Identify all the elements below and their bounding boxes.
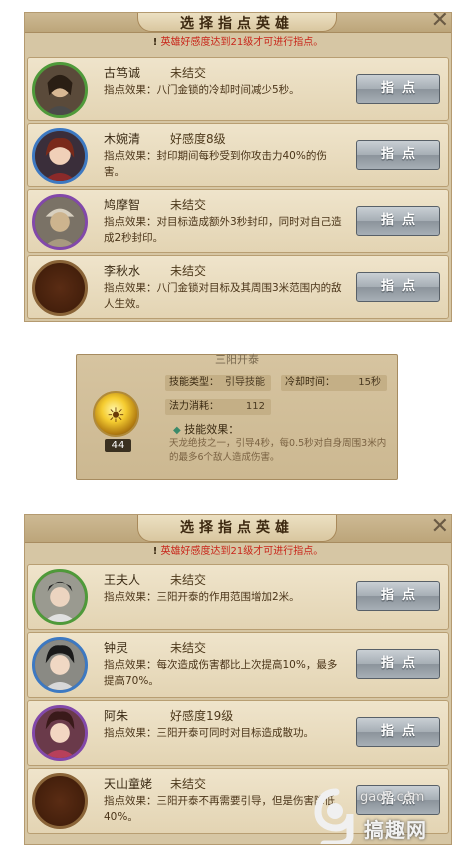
hero-name: 阿朱 <box>104 709 129 723</box>
skill-effect-text: 天龙绝技之一，引导4秒，每0.5秒对自身周围3米内的最多6个敌人造成伤害。 <box>169 438 387 463</box>
effect-label: 指点效果： <box>104 795 157 807</box>
notice-message: 英雄好感度达到21级才可进行指点。 <box>160 546 324 557</box>
sun-glyph-icon: ☀ <box>107 403 125 427</box>
hero-row: 木婉清 好感度8级 指点效果：封印期间每秒受到你攻击力40%的伤害。 指点 <box>27 123 449 187</box>
hero-status: 好感度19级 <box>170 709 234 723</box>
sun-skill-icon: ☀ <box>93 391 139 437</box>
hero-name: 钟灵 <box>104 641 129 655</box>
guide-button[interactable]: 指点 <box>356 649 440 679</box>
hero-name: 木婉清 <box>104 132 141 146</box>
cooldown-value: 15秒 <box>358 377 381 388</box>
hero-portrait-wang-furen <box>32 569 88 625</box>
hero-portrait-empty <box>32 260 88 316</box>
hero-name: 鸠摩智 <box>104 198 141 212</box>
effect-label: 指点效果： <box>104 150 157 162</box>
skill-type-value: 引导技能 <box>225 377 265 388</box>
panel-title: 选择指点英雄 <box>180 520 294 536</box>
guide-button[interactable]: 指点 <box>356 140 440 170</box>
guide-button[interactable]: 指点 <box>356 272 440 302</box>
watermark-logo-icon <box>314 788 354 844</box>
hero-effect: 指点效果：封印期间每秒受到你攻击力40%的伤害。 <box>104 148 342 180</box>
hero-row: 鸠摩智 未结交 指点效果：对目标造成额外3秒封印，同时对自己造成2秒封印。 指点 <box>27 189 449 253</box>
hero-name: 王夫人 <box>104 573 141 587</box>
effect-text: 三阳开泰可同时对目标造成散功。 <box>156 727 315 739</box>
hero-portrait-mu-wanqing <box>32 128 88 184</box>
effect-label: 指点效果： <box>104 84 157 96</box>
notice-text: ! 英雄好感度达到21级才可进行指点。 <box>25 35 451 51</box>
hero-portrait-a-zhu <box>32 705 88 761</box>
skill-level-badge: 44 <box>105 439 131 452</box>
effect-text: 三阳开泰的作用范围增加2米。 <box>156 591 300 603</box>
hero-status: 未结交 <box>170 777 207 791</box>
hero-effect: 指点效果：每次造成伤害都比上次提高10%，最多提高70%。 <box>104 657 342 689</box>
hero-row: 王夫人 未结交 指点效果：三阳开泰的作用范围增加2米。 指点 <box>27 564 449 630</box>
hero-portrait-zhong-ling <box>32 637 88 693</box>
guide-button[interactable]: 指点 <box>356 581 440 611</box>
skill-type-box: 技能类型： 引导技能 <box>165 375 271 391</box>
panel-title: 选择指点英雄 <box>180 16 294 32</box>
close-icon[interactable]: ✕ <box>431 13 449 33</box>
title-tab: 选择指点英雄 <box>137 13 337 32</box>
hero-effect: 指点效果：对目标造成额外3秒封印，同时对自己造成2秒封印。 <box>104 214 342 246</box>
bullet-icon: ◆ <box>173 425 181 436</box>
panel-header: 选择指点英雄 ✕ <box>25 13 451 33</box>
effect-label: 指点效果： <box>104 282 157 294</box>
skill-type-label: 技能类型： <box>169 377 219 388</box>
hero-status: 未结交 <box>170 573 207 587</box>
hero-effect: 指点效果：八门金锁对目标及其周围3米范围内的敌人生效。 <box>104 280 342 312</box>
hero-status: 未结交 <box>170 66 207 80</box>
hero-status: 未结交 <box>170 198 207 212</box>
mana-cost-label: 法力消耗： <box>169 401 219 412</box>
hero-name: 李秋水 <box>104 264 141 278</box>
hero-portrait-empty <box>32 773 88 829</box>
notice-message: 英雄好感度达到21级才可进行指点。 <box>160 37 324 48</box>
warning-icon: ! <box>152 546 158 557</box>
watermark-brand: 搞趣网 <box>364 818 427 842</box>
watermark-site: gao7.com <box>360 790 425 805</box>
close-icon[interactable]: ✕ <box>431 515 449 539</box>
hero-effect: 指点效果：三阳开泰的作用范围增加2米。 <box>104 589 342 605</box>
watermark: gao7.com 搞趣网 <box>310 780 460 848</box>
hero-row: 钟灵 未结交 指点效果：每次造成伤害都比上次提高10%，最多提高70%。 指点 <box>27 632 449 698</box>
guide-button[interactable]: 指点 <box>356 717 440 747</box>
skill-effect-label: 技能效果： <box>184 423 240 436</box>
hero-portrait-jiu-mozhi <box>32 194 88 250</box>
mana-cost-box: 法力消耗： 112 <box>165 399 271 415</box>
notice-text: ! 英雄好感度达到21级才可进行指点。 <box>25 544 451 560</box>
hero-list: 古笃诚 未结交 指点效果：八门金锁的冷却时间减少5秒。 指点 木婉清 好感度8级… <box>27 57 449 321</box>
cooldown-box: 冷却时间： 15秒 <box>281 375 387 391</box>
skill-effect-title: ◆ 技能效果： <box>173 421 239 437</box>
hero-portrait-gu-ducheng <box>32 62 88 118</box>
effect-label: 指点效果： <box>104 216 157 228</box>
hero-status: 好感度8级 <box>170 132 226 146</box>
hero-effect: 指点效果：三阳开泰不再需要引导，但是伤害降低40%。 <box>104 793 342 825</box>
hero-name: 天山童姥 <box>104 777 153 791</box>
hero-row: 阿朱 好感度19级 指点效果：三阳开泰可同时对目标造成散功。 指点 <box>27 700 449 766</box>
hero-name: 古笃诚 <box>104 66 141 80</box>
hero-select-panel-top: 选择指点英雄 ✕ ! 英雄好感度达到21级才可进行指点。 古笃诚 未结交 指点效… <box>24 12 452 322</box>
effect-label: 指点效果： <box>104 659 157 671</box>
cooldown-label: 冷却时间： <box>285 377 335 388</box>
effect-text: 八门金锁的冷却时间减少5秒。 <box>156 84 300 96</box>
hero-status: 未结交 <box>170 641 207 655</box>
effect-label: 指点效果： <box>104 591 157 603</box>
mana-cost-value: 112 <box>245 401 265 412</box>
hero-row: 李秋水 未结交 指点效果：八门金锁对目标及其周围3米范围内的敌人生效。 指点 <box>27 255 449 319</box>
warning-icon: ! <box>152 37 158 48</box>
panel-header: 选择指点英雄 ✕ <box>25 515 451 543</box>
guide-button[interactable]: 指点 <box>356 74 440 104</box>
title-tab: 选择指点英雄 <box>137 515 337 542</box>
guide-button[interactable]: 指点 <box>356 206 440 236</box>
skill-title: 三阳开泰 <box>215 353 259 366</box>
hero-status: 未结交 <box>170 264 207 278</box>
hero-effect: 指点效果：八门金锁的冷却时间减少5秒。 <box>104 82 342 98</box>
hero-row: 古笃诚 未结交 指点效果：八门金锁的冷却时间减少5秒。 指点 <box>27 57 449 121</box>
skill-tooltip: 三阳开泰 ☀ 44 技能类型： 引导技能 冷却时间： 15秒 法力消耗： 112… <box>76 353 398 480</box>
hero-effect: 指点效果：三阳开泰可同时对目标造成散功。 <box>104 725 342 741</box>
effect-label: 指点效果： <box>104 727 157 739</box>
